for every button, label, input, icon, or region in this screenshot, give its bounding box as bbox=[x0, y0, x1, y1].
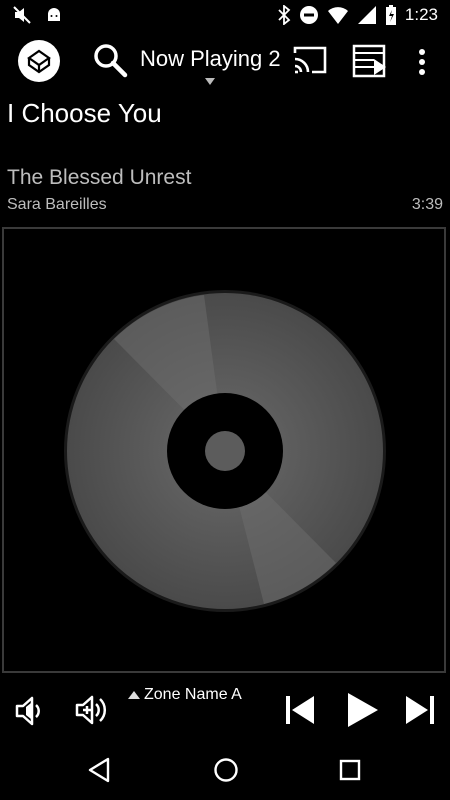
search-icon[interactable] bbox=[92, 42, 128, 78]
play-icon[interactable] bbox=[344, 692, 380, 728]
zone-selector[interactable]: Zone Name A bbox=[128, 686, 242, 704]
battery-icon bbox=[385, 5, 396, 25]
skip-previous-icon[interactable] bbox=[284, 694, 316, 726]
album-art bbox=[2, 227, 446, 673]
cd-placeholder-icon bbox=[64, 290, 386, 612]
dropdown-arrow-icon[interactable] bbox=[205, 78, 215, 85]
app-logo-button[interactable] bbox=[18, 40, 60, 82]
volume-down-icon[interactable] bbox=[14, 694, 48, 728]
track-duration: 3:39 bbox=[411, 196, 443, 213]
status-time: 1:23 bbox=[404, 5, 438, 24]
volume-up-icon[interactable] bbox=[74, 692, 110, 728]
status-bar: 1:23 bbox=[0, 0, 450, 32]
app-logo-icon bbox=[27, 49, 51, 74]
recents-icon[interactable] bbox=[336, 756, 364, 784]
system-nav-bar bbox=[0, 740, 450, 800]
album-name: The Blessed Unrest bbox=[7, 166, 192, 189]
cast-icon[interactable] bbox=[292, 44, 328, 76]
playback-controls: Zone Name A bbox=[0, 680, 450, 740]
more-vert-icon[interactable] bbox=[412, 46, 432, 78]
zone-arrow-icon bbox=[128, 691, 140, 699]
wifi-icon bbox=[327, 7, 348, 24]
song-title: I Choose You bbox=[7, 98, 162, 128]
dnd-icon bbox=[299, 6, 318, 24]
android-icon bbox=[48, 8, 60, 21]
mute-icon bbox=[13, 6, 31, 24]
app-bar: Now Playing 2 bbox=[0, 32, 450, 90]
signal-icon bbox=[357, 6, 376, 24]
back-icon[interactable] bbox=[86, 756, 114, 784]
home-icon[interactable] bbox=[212, 756, 240, 784]
zone-label: Zone Name A bbox=[144, 686, 242, 703]
artist-name: Sara Bareilles bbox=[7, 196, 107, 213]
bluetooth-icon bbox=[278, 5, 291, 25]
skip-next-icon[interactable] bbox=[404, 694, 436, 726]
queue-icon[interactable] bbox=[352, 44, 388, 78]
